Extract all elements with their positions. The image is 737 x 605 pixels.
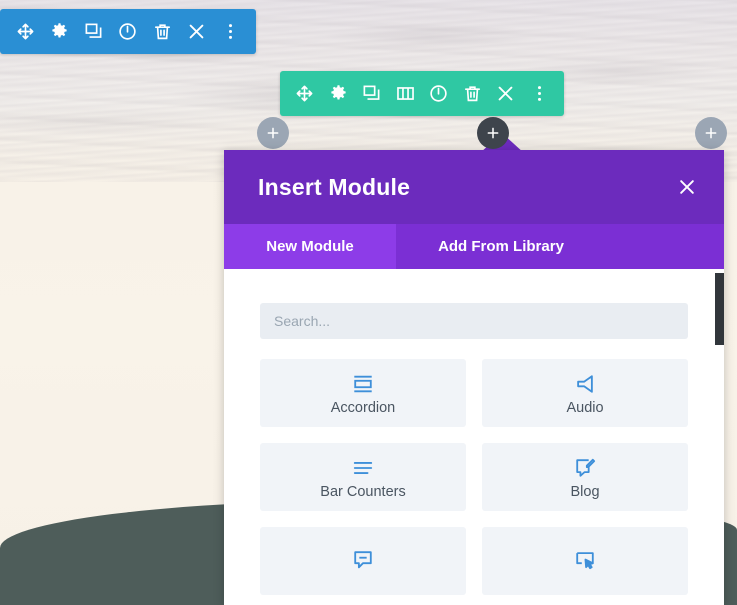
module-grid: Accordion Audio Bar Counters Blog — [260, 359, 688, 595]
module-card-bar-counters[interactable]: Bar Counters — [260, 443, 466, 511]
module-card-button[interactable] — [482, 527, 688, 595]
accordion-icon — [352, 371, 374, 397]
module-card-audio[interactable]: Audio — [482, 359, 688, 427]
modal-scrollbar-thumb[interactable] — [715, 273, 724, 345]
more-options-icon[interactable] — [218, 19, 244, 45]
page-title: Insert Module — [258, 173, 411, 200]
move-icon[interactable] — [12, 19, 38, 45]
close-icon[interactable] — [493, 81, 519, 107]
insert-module-modal: Insert Module New Module Add From Librar… — [224, 150, 724, 605]
gear-icon[interactable] — [46, 19, 72, 45]
module-label: Accordion — [330, 399, 396, 416]
tab-add-from-library[interactable]: Add From Library — [396, 224, 606, 269]
gear-icon[interactable] — [325, 81, 351, 107]
module-card-accordion[interactable]: Accordion — [260, 359, 466, 427]
move-icon[interactable] — [292, 81, 318, 107]
more-options-icon[interactable] — [526, 81, 552, 107]
duplicate-icon[interactable] — [359, 81, 385, 107]
button-icon — [574, 547, 596, 573]
tab-new-module[interactable]: New Module — [224, 224, 396, 269]
blog-icon — [574, 455, 596, 481]
modal-tabs: New Module Add From Library — [224, 224, 724, 269]
duplicate-icon[interactable] — [81, 19, 107, 45]
modal-header: Insert Module — [224, 150, 724, 224]
modal-body: Accordion Audio — [224, 269, 724, 605]
close-icon[interactable] — [184, 19, 210, 45]
add-module-right-button[interactable] — [695, 117, 727, 149]
search-container — [260, 303, 688, 339]
add-module-left-button[interactable] — [257, 117, 289, 149]
module-label: Audio — [566, 399, 604, 416]
module-label: Blog — [570, 483, 600, 500]
row-settings-toolbar[interactable] — [280, 71, 564, 116]
modal-scrollbar-track[interactable] — [708, 269, 724, 605]
power-icon[interactable] — [426, 81, 452, 107]
module-label: Bar Counters — [320, 483, 406, 500]
add-module-center-button[interactable] — [477, 117, 509, 149]
module-card-blurb[interactable] — [260, 527, 466, 595]
search-input[interactable] — [260, 303, 688, 339]
columns-icon[interactable] — [392, 81, 418, 107]
module-card-blog[interactable]: Blog — [482, 443, 688, 511]
trash-icon[interactable] — [149, 19, 175, 45]
close-icon[interactable] — [672, 172, 702, 202]
blurb-icon — [352, 547, 374, 573]
audio-icon — [574, 371, 596, 397]
power-icon[interactable] — [115, 19, 141, 45]
bar-counters-icon — [352, 455, 374, 481]
trash-icon[interactable] — [459, 81, 485, 107]
module-settings-toolbar[interactable] — [0, 9, 256, 54]
page-canvas: Insert Module New Module Add From Librar… — [0, 0, 737, 605]
